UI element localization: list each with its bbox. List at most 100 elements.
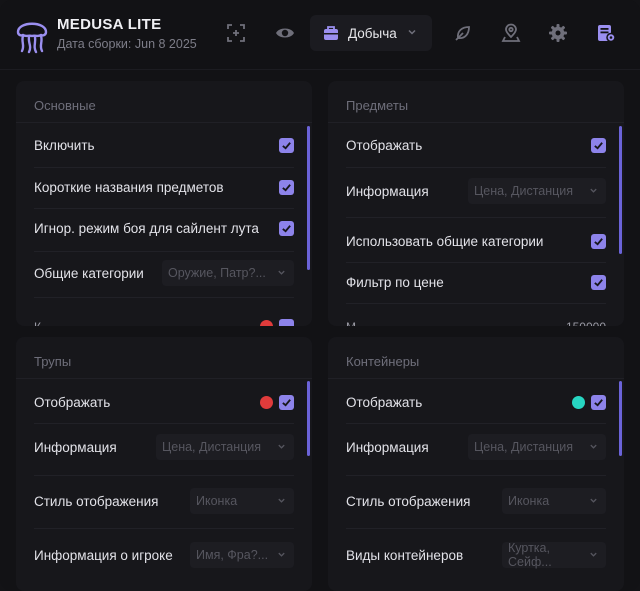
row-label: Стиль отображения <box>346 493 471 509</box>
show-corpses-checkbox[interactable] <box>279 394 294 410</box>
min-price-value[interactable]: 150000 <box>566 317 606 326</box>
row-cut-controls <box>260 317 294 326</box>
panel-basic-header: Основные <box>16 81 312 123</box>
chevron-down-icon <box>277 494 286 508</box>
enable-checkbox[interactable] <box>279 137 294 153</box>
select-value: Иконка <box>508 494 550 508</box>
row-label: Отображать <box>34 394 111 410</box>
corpses-info-select[interactable]: Цена, Дистанция <box>156 434 294 460</box>
briefcase-icon <box>324 26 338 40</box>
row-label: Общие категории <box>34 265 144 281</box>
tab-loot[interactable]: Добыча <box>310 15 432 51</box>
row-items-info: Информация Цена, Дистанция <box>346 172 606 210</box>
divider <box>34 528 294 529</box>
row-containers-info: Информация Цена, Дистанция <box>346 428 606 466</box>
divider <box>34 251 294 252</box>
panel-items-title: Предметы <box>346 98 409 113</box>
divider <box>34 297 294 298</box>
row-controls <box>260 394 294 410</box>
row-container-types: Виды контейнеров Куртка, Сейф... <box>346 536 606 574</box>
row-controls <box>572 394 606 410</box>
ignore-combat-checkbox[interactable] <box>279 220 294 236</box>
scrollbar[interactable] <box>619 381 622 456</box>
row-corpses-info: Информация Цена, Дистанция <box>34 428 294 466</box>
corpses-color-swatch[interactable] <box>260 395 273 409</box>
crosshair-icon <box>227 24 245 42</box>
divider <box>34 475 294 476</box>
chevron-down-icon <box>277 266 286 280</box>
row-common-categories: Общие категории Оружие, Патр?... <box>34 254 294 292</box>
row-label: Информация <box>34 439 117 455</box>
settings-button[interactable] <box>545 20 571 46</box>
price-filter-checkbox[interactable] <box>591 274 606 290</box>
panel-containers: Контейнеры Отображать Информация Цена, Д… <box>328 337 624 591</box>
divider <box>346 217 606 218</box>
panel-corpses-title: Трупы <box>34 354 72 369</box>
chevron-down-icon <box>589 184 598 198</box>
eye-button[interactable] <box>272 20 298 46</box>
leaf-button[interactable] <box>450 20 476 46</box>
use-common-categories-checkbox[interactable] <box>591 233 606 249</box>
row-short-names: Короткие названия предметов <box>34 168 294 206</box>
config-button[interactable] <box>593 20 619 46</box>
scrollbar[interactable] <box>619 126 622 254</box>
row-label: Информация <box>346 183 429 199</box>
color-swatch[interactable] <box>260 320 273 326</box>
divider <box>346 303 606 304</box>
panel-containers-title: Контейнеры <box>346 354 420 369</box>
map-pin-button[interactable] <box>498 20 524 46</box>
row-show-corpses: Отображать <box>34 383 294 421</box>
leaf-icon <box>455 26 470 41</box>
select-value: Имя, Фра?... <box>196 548 269 562</box>
row-label: Игнор. режим боя для сайлент лута <box>34 220 259 236</box>
panel-corpses-header: Трупы <box>16 337 312 379</box>
row-label: К <box>34 317 41 326</box>
show-containers-checkbox[interactable] <box>591 394 606 410</box>
containers-info-select[interactable]: Цена, Дистанция <box>468 434 606 460</box>
select-value: Куртка, Сейф... <box>508 541 552 569</box>
select-value: Цена, Дистанция <box>474 184 574 198</box>
select-value: Цена, Дистанция <box>474 440 574 454</box>
row-enable: Включить <box>34 126 294 164</box>
divider <box>346 423 606 424</box>
checkbox[interactable] <box>279 319 294 326</box>
divider <box>346 475 606 476</box>
header: MEDUSA LITE Дата сборки: Jun 8 2025 Добы… <box>0 0 640 70</box>
common-categories-select[interactable]: Оружие, Патр?... <box>162 260 294 286</box>
scrollbar[interactable] <box>307 381 310 456</box>
row-label: Информация о игроке <box>34 547 173 563</box>
player-info-select[interactable]: Имя, Фра?... <box>190 542 294 568</box>
app-title: MEDUSA LITE <box>57 16 162 33</box>
select-value: Цена, Дистанция <box>162 440 262 454</box>
chevron-down-icon <box>589 548 598 562</box>
row-label: Включить <box>34 137 95 153</box>
row-containers-style: Стиль отображения Иконка <box>346 482 606 520</box>
containers-color-swatch[interactable] <box>572 395 585 409</box>
row-show-containers: Отображать <box>346 383 606 421</box>
row-cut: К <box>34 317 294 326</box>
chevron-down-icon <box>589 494 598 508</box>
row-label: М <box>346 317 356 326</box>
row-show-items: Отображать <box>346 126 606 164</box>
scrollbar[interactable] <box>307 126 310 270</box>
row-label: Информация <box>346 439 429 455</box>
row-label: Отображать <box>346 394 423 410</box>
container-types-select[interactable]: Куртка, Сейф... <box>502 541 606 569</box>
row-label: Отображать <box>346 137 423 153</box>
containers-style-select[interactable]: Иконка <box>502 488 606 514</box>
show-items-checkbox[interactable] <box>591 137 606 153</box>
map-pin-icon <box>501 23 521 42</box>
jellyfish-logo-icon <box>15 14 49 54</box>
select-value: Оружие, Патр?... <box>168 266 266 280</box>
chevron-down-icon <box>407 24 417 42</box>
row-ignore-combat: Игнор. режим боя для сайлент лута <box>34 209 294 247</box>
chevron-down-icon <box>277 440 286 454</box>
row-label: Стиль отображения <box>34 493 159 509</box>
short-names-checkbox[interactable] <box>279 179 294 195</box>
row-label: Использовать общие категории <box>346 233 544 249</box>
crosshair-button[interactable] <box>223 20 249 46</box>
tab-loot-label: Добыча <box>348 25 397 41</box>
build-date: Дата сборки: Jun 8 2025 <box>57 37 197 51</box>
corpses-style-select[interactable]: Иконка <box>190 488 294 514</box>
items-info-select[interactable]: Цена, Дистанция <box>468 178 606 204</box>
